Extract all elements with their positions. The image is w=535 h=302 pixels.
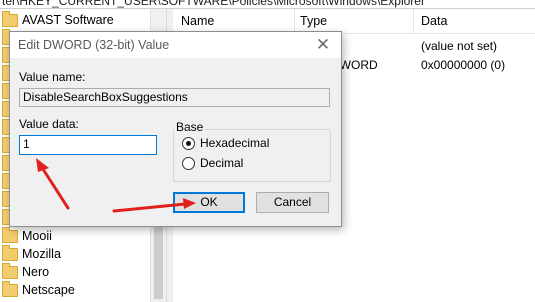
tree-item-avast[interactable]: AVAST Software [0, 10, 150, 29]
column-separator[interactable] [294, 9, 295, 33]
radio-decimal-label: Decimal [200, 156, 244, 170]
radio-decimal[interactable]: Decimal [182, 156, 243, 170]
column-separator[interactable] [413, 9, 414, 33]
folder-icon [2, 10, 18, 27]
folder-icon [2, 244, 18, 261]
tree-item-mooii[interactable]: Mooii [0, 226, 150, 245]
row-data: 0x00000000 (0) [421, 58, 506, 72]
tree-item-netscape[interactable]: Netscape [0, 280, 150, 299]
radio-hexadecimal-label: Hexadecimal [200, 136, 270, 150]
edit-dword-dialog: Edit DWORD (32-bit) Value ✕ Value name: … [9, 31, 342, 227]
address-bar[interactable]: ter\HKEY_CURRENT_USER\SOFTWARE\Policies\… [0, 0, 535, 9]
folder-icon [2, 262, 18, 279]
dialog-titlebar[interactable]: Edit DWORD (32-bit) Value ✕ [10, 32, 341, 58]
column-data[interactable]: Data [421, 14, 447, 28]
close-icon[interactable]: ✕ [313, 35, 333, 55]
radio-hexadecimal[interactable]: Hexadecimal [182, 136, 269, 150]
value-data-label: Value data: [19, 117, 79, 131]
folder-icon [2, 280, 18, 297]
dialog-title: Edit DWORD (32-bit) Value [18, 38, 170, 52]
radio-unchecked-icon[interactable] [182, 156, 195, 170]
value-name-label: Value name: [19, 70, 86, 84]
value-data-input[interactable]: 1 [19, 135, 157, 155]
cancel-button[interactable]: Cancel [256, 192, 329, 213]
tree-item-mozilla[interactable]: Mozilla [0, 244, 150, 263]
base-group-label: Base [174, 120, 206, 134]
ok-button[interactable]: OK [173, 192, 245, 213]
column-type[interactable]: Type [300, 14, 327, 28]
value-name-field[interactable]: DisableSearchBoxSuggestions [19, 88, 330, 107]
column-name[interactable]: Name [181, 14, 214, 28]
address-path: ter\HKEY_CURRENT_USER\SOFTWARE\Policies\… [2, 0, 425, 8]
tree-item-nero[interactable]: Nero [0, 262, 150, 281]
radio-checked-icon[interactable] [182, 136, 195, 150]
folder-icon [2, 226, 18, 243]
row-data: (value not set) [421, 39, 498, 53]
